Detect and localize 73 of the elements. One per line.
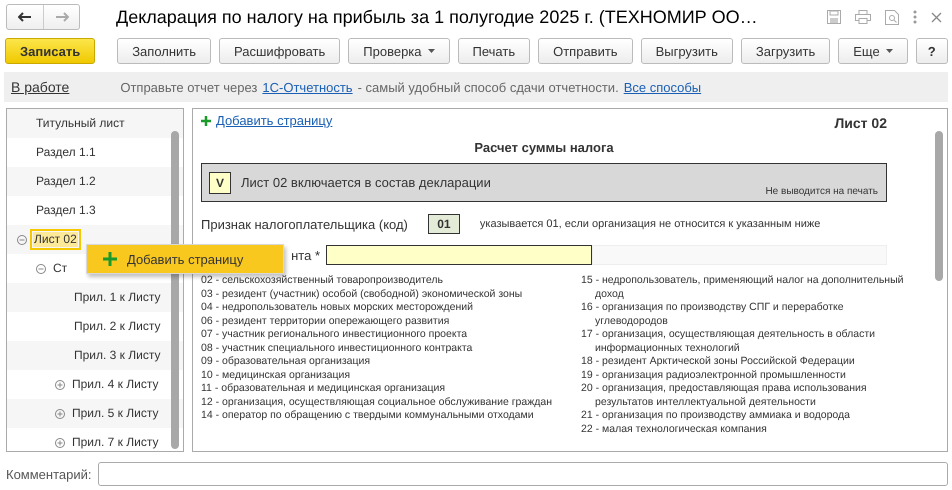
service-link[interactable]: 1С-Отчетность [262,80,353,94]
toolbar-button[interactable]: Загрузить [740,38,830,64]
help-button[interactable]: ? [916,38,948,64]
info-text: Отправьте отчет через [120,80,258,94]
taxpayer-code-field[interactable]: 01 [428,214,460,234]
print-icon[interactable] [855,10,871,24]
code-item: 11 - образовательная и медицинская организация [201,382,446,396]
input-field[interactable] [326,245,592,265]
context-menu[interactable]: Добавить страницу [86,244,284,274]
code-item: 21 - организация по производству аммиака и водорода [581,409,851,422]
field-label: Признак налогоплательщика (код) [201,216,408,232]
caret-icon [886,49,893,53]
caret-icon [428,49,435,53]
hint-text: указывается 01, если организация не относится к указанным ниже [480,218,820,230]
tree-item[interactable]: Прил. 4 к Листу [71,377,160,392]
print-note: Не выводится на печать [765,186,878,197]
toolbar-button[interactable]: Записать [5,38,96,64]
tree-item[interactable]: Прил. 2 к Листу [73,319,162,334]
expand-icon[interactable] [55,380,65,390]
toolbar-button[interactable]: Выгрузить [640,38,733,64]
toolbar-button[interactable]: Отправить [538,38,633,64]
section-heading: Расчет суммы налога [473,140,615,155]
toolbar-button[interactable]: Расшифровать [219,38,340,64]
include-text: Лист 02 включается в состав декларации [241,175,491,190]
code-item: 03 - резидент (участник) особой (свободной) экономической зоны [201,288,524,301]
toolbar-button[interactable]: Еще [838,38,908,64]
plus-icon [103,252,117,266]
code-item: 22 - малая технологическая компания [581,422,768,436]
status-link[interactable]: В работе [11,79,70,95]
toolbar-button[interactable]: Проверка [348,38,450,64]
more-icon[interactable] [913,10,917,24]
close-icon[interactable] [931,12,942,22]
code-item: 09 - образовательная организация [201,355,372,368]
all-methods-link[interactable]: Все способы [624,80,702,94]
code-item: 07 - участник регионального инвестиционного проекта [201,328,468,342]
scrollbar-thumb[interactable] [935,131,943,281]
expand-icon[interactable] [55,438,65,448]
tree-item[interactable]: Раздел 1.3 [35,203,97,218]
code-item: 15 - недропользователь, применяющий налог на дополнительный доход [581,274,904,301]
code-item: 19 - организация радиоэлектронной промышленности [581,368,847,382]
add-page-link[interactable]: Добавить страницу [216,113,332,128]
toolbar-button[interactable]: Печать [458,38,530,64]
tree-item[interactable]: Прил. 7 к Листу [71,435,160,450]
arrow-left-icon [18,12,32,22]
tree-item[interactable]: Лист 02 [33,232,78,247]
code-item: 18 - резидент Арктической зоны Российской Федерации [581,355,856,368]
code-item: 17 - организация, осуществляющая деятельность в области информационных технологий [581,328,876,355]
code-item: 04 - недропользователь новых морских месторождений [201,301,474,314]
plus-icon [201,116,211,126]
include-checkbox[interactable]: V [209,172,231,194]
arrow-right-icon [54,12,68,22]
tree-item[interactable]: Ст [52,261,68,276]
code-item: 14 - оператор по обращению с твердыми коммунальными отходами [201,409,535,422]
save-icon[interactable] [827,10,841,24]
tree-item[interactable]: Раздел 1.1 [35,145,97,160]
code-item: 10 - медицинская организация [201,368,352,382]
collapse-icon[interactable] [17,234,27,244]
collapse-icon[interactable] [36,264,46,274]
toolbar-button[interactable]: Заполнить [117,38,212,64]
expand-icon[interactable] [55,408,65,418]
tree-item[interactable]: Раздел 1.2 [35,174,97,189]
code-item: 20 - организация, предоставляющая права использования результатов интеллектуальной деятельности [581,382,868,409]
code-item: 06 - резидент территории опережающего развития [201,314,450,328]
code-item: 02 - сельскохозяйственный товаропроизводитель [201,274,444,288]
comment-label: Комментарий: [6,466,92,482]
comment-field[interactable] [98,462,948,486]
sheet-title: Лист 02 [834,115,887,131]
code-item: 16 - организация по производству СПГ и переработке углеводородов [581,301,845,328]
preview-icon[interactable] [885,10,899,24]
code-item: 12 - организация, осуществляющая социальное обслуживание граждан [201,396,554,409]
window-title: Декларация по налогу на прибыль за 1 полугодие 2025 г. (ТЕХНОМИР ОО… [116,6,758,28]
info-text: - самый удобный способ сдачи отчетности. [358,80,619,94]
code-item: 08 - участник специального инвестиционного контракта [201,342,474,355]
